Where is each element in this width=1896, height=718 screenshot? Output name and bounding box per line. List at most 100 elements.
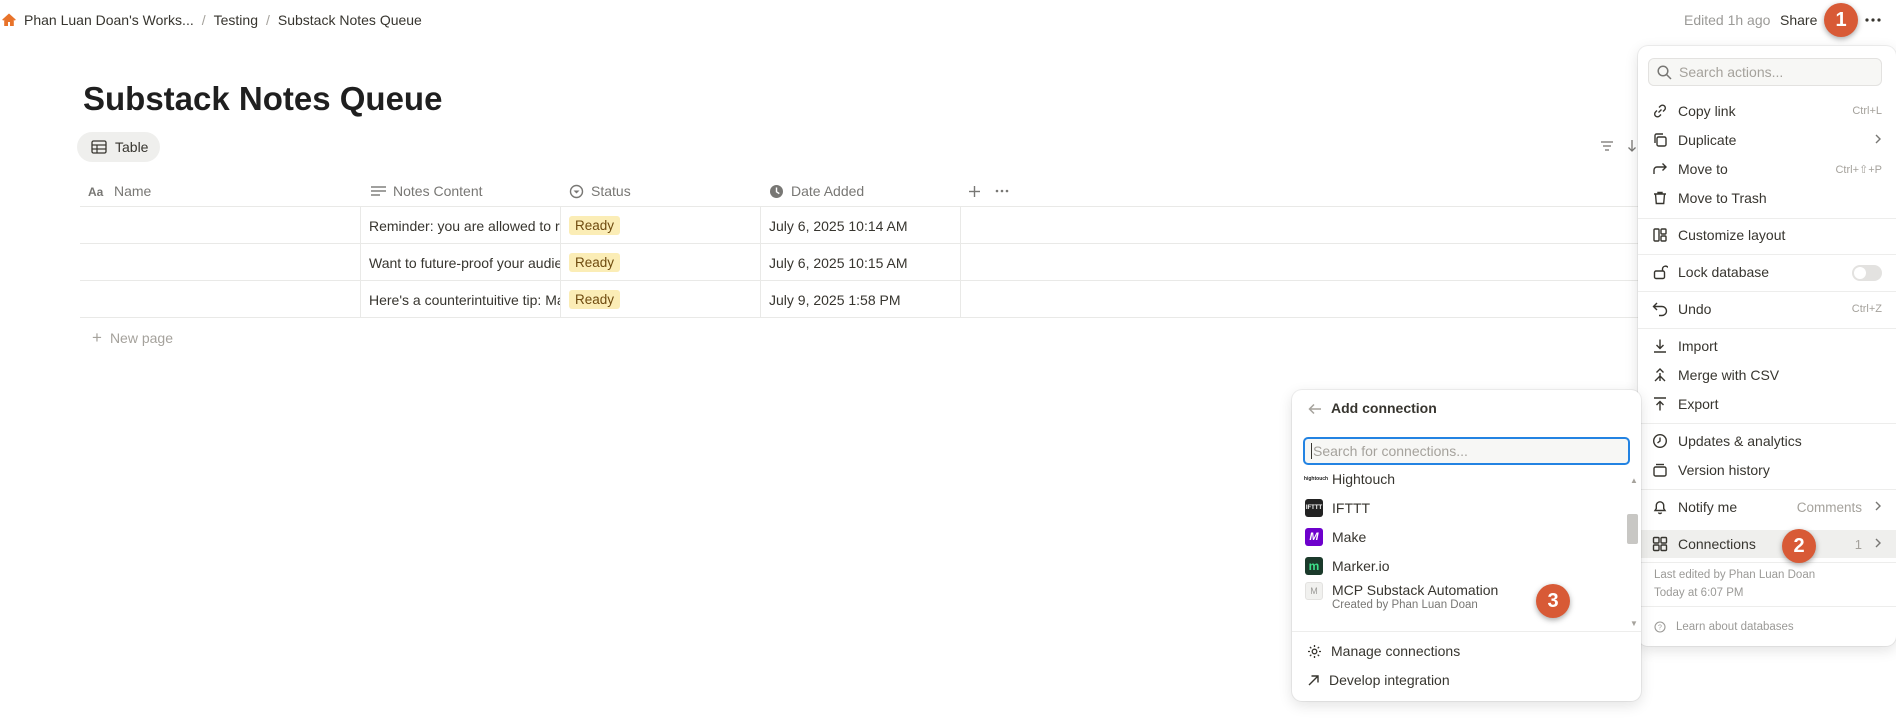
- menu-item-export[interactable]: Export: [1638, 390, 1896, 418]
- view-tab-table[interactable]: Table: [77, 132, 161, 162]
- connection-item-ifttt[interactable]: IFTTT IFTTT: [1292, 493, 1624, 522]
- connection-item-mcp-substack-automation[interactable]: M MCP Substack Automation Created by Pha…: [1292, 578, 1624, 618]
- cell-date-added[interactable]: July 6, 2025 10:14 AM: [761, 207, 961, 244]
- add-connection-popup: Add connection Search for connections...…: [1292, 390, 1641, 701]
- home-icon[interactable]: [1, 12, 17, 28]
- view-tab-label: Table: [115, 139, 149, 155]
- lock-icon: [1653, 265, 1668, 280]
- mcp-logo-icon: M: [1305, 582, 1323, 600]
- column-header-name[interactable]: Aa Name: [88, 175, 151, 207]
- undo-icon: [1652, 302, 1668, 317]
- cell-notes-content[interactable]: Reminder: you are allowed to re: [361, 207, 561, 244]
- export-icon: [1654, 397, 1666, 411]
- cell-notes-content[interactable]: Want to future-proof your audie: [361, 244, 561, 281]
- cell-notes-content[interactable]: Here's a counterintuitive tip: Ma: [361, 281, 561, 318]
- table-icon: [91, 140, 107, 154]
- breadcrumb-current[interactable]: Substack Notes Queue: [278, 12, 422, 28]
- popup-divider: [1292, 631, 1641, 632]
- cell-date-added[interactable]: July 6, 2025 10:15 AM: [761, 244, 961, 281]
- menu-item-undo[interactable]: Undo Ctrl+Z: [1638, 295, 1896, 323]
- filter-icon[interactable]: [1600, 139, 1614, 153]
- status-tag: Ready: [569, 216, 621, 235]
- menu-item-notify-me[interactable]: Notify me Comments: [1638, 493, 1896, 521]
- develop-integration-link[interactable]: Develop integration: [1292, 666, 1641, 694]
- menu-item-move-to-trash[interactable]: Move to Trash: [1638, 184, 1896, 212]
- last-edited-time: Today at 6:07 PM: [1654, 587, 1744, 599]
- sort-icon[interactable]: [1627, 139, 1637, 153]
- breadcrumb: Phan Luan Doan's Works... / Testing / Su…: [24, 12, 422, 28]
- table-row[interactable]: Here's a counterintuitive tip: Ma Ready …: [80, 281, 1640, 318]
- ifttt-logo-icon: IFTTT: [1305, 498, 1323, 517]
- menu-item-updates-analytics[interactable]: Updates & analytics: [1638, 427, 1896, 455]
- link-icon: [1653, 104, 1667, 118]
- new-page-button[interactable]: + New page: [92, 328, 173, 348]
- add-property-icon[interactable]: [968, 175, 988, 207]
- table-row[interactable]: Reminder: you are allowed to re Ready Ju…: [80, 207, 1640, 244]
- cell-name[interactable]: [80, 281, 361, 318]
- column-header-date-added[interactable]: Date Added: [769, 175, 864, 207]
- connections-count: 1: [1854, 536, 1862, 552]
- search-actions-input[interactable]: Search actions...: [1648, 58, 1882, 86]
- gear-icon: [1308, 644, 1321, 658]
- column-header-status[interactable]: Status: [569, 175, 631, 207]
- scroll-up-arrow-icon[interactable]: ▲: [1630, 476, 1638, 485]
- search-connections-input[interactable]: Search for connections...: [1303, 437, 1630, 465]
- cell-date-added[interactable]: July 9, 2025 1:58 PM: [761, 281, 961, 318]
- connection-item-marker-io[interactable]: m Marker.io: [1292, 551, 1624, 580]
- menu-divider: [1638, 218, 1896, 219]
- cell-status[interactable]: Ready: [561, 244, 761, 281]
- menu-item-merge-with-csv[interactable]: Merge with CSV: [1638, 361, 1896, 389]
- clock-icon: [770, 184, 783, 198]
- column-header-notes-content[interactable]: Notes Content: [371, 175, 483, 207]
- actions-menu: Search actions... Copy link Ctrl+L Dupli…: [1638, 46, 1896, 646]
- more-options-icon[interactable]: [1863, 12, 1883, 28]
- status-tag: Ready: [569, 253, 621, 272]
- menu-item-import[interactable]: Import: [1638, 332, 1896, 360]
- back-arrow-icon[interactable]: [1308, 403, 1322, 415]
- status-icon: [569, 184, 584, 198]
- menu-item-copy-link[interactable]: Copy link Ctrl+L: [1638, 97, 1896, 125]
- menu-item-customize-layout[interactable]: Customize layout: [1638, 221, 1896, 249]
- menu-item-duplicate[interactable]: Duplicate: [1638, 126, 1896, 154]
- scroll-down-arrow-icon[interactable]: ▼: [1630, 619, 1638, 628]
- merge-icon: [1654, 368, 1666, 382]
- chevron-right-icon: [1875, 134, 1881, 144]
- breadcrumb-testing[interactable]: Testing: [214, 12, 258, 28]
- svg-text:?: ?: [1658, 625, 1662, 632]
- menu-divider: [1638, 328, 1896, 329]
- menu-item-version-history[interactable]: Version history: [1638, 456, 1896, 484]
- manage-connections-button[interactable]: Manage connections: [1292, 637, 1641, 665]
- chevron-right-icon: [1875, 538, 1881, 548]
- menu-divider: [1638, 291, 1896, 292]
- external-arrow-icon: [1308, 674, 1319, 685]
- menu-divider: [1638, 489, 1896, 490]
- svg-text:Aa: Aa: [88, 185, 104, 197]
- menu-item-move-to[interactable]: Move to Ctrl+⇧+P: [1638, 155, 1896, 183]
- share-button[interactable]: Share: [1780, 12, 1817, 28]
- menu-item-lock-database[interactable]: Lock database: [1638, 258, 1896, 286]
- menu-item-connections[interactable]: Connections 1: [1638, 530, 1896, 558]
- menu-divider: [1638, 562, 1896, 563]
- cell-name[interactable]: [80, 244, 361, 281]
- connection-list-scrollbar[interactable]: [1627, 514, 1638, 544]
- breadcrumb-workspace[interactable]: Phan Luan Doan's Works...: [24, 12, 194, 28]
- step-badge-2: 2: [1782, 529, 1816, 563]
- lock-toggle[interactable]: [1852, 265, 1882, 281]
- connection-item-hightouch[interactable]: hightouch Hightouch: [1292, 470, 1624, 493]
- page-title[interactable]: Substack Notes Queue: [83, 80, 442, 118]
- connection-item-make[interactable]: M Make: [1292, 522, 1624, 551]
- connection-list: hightouch Hightouch IFTTT IFTTT M Make m…: [1292, 470, 1641, 620]
- table-row[interactable]: Want to future-proof your audie Ready Ju…: [80, 244, 1640, 281]
- cell-name[interactable]: [80, 207, 361, 244]
- cell-status[interactable]: Ready: [561, 281, 761, 318]
- popup-title: Add connection: [1331, 400, 1437, 416]
- top-bar: Phan Luan Doan's Works... / Testing / Su…: [0, 0, 1896, 40]
- learn-about-databases-link[interactable]: ? Learn about databases: [1654, 621, 1794, 633]
- cell-status[interactable]: Ready: [561, 207, 761, 244]
- column-more-icon[interactable]: [995, 175, 1016, 207]
- hightouch-logo-icon: hightouch: [1303, 475, 1329, 482]
- edited-timestamp[interactable]: Edited 1h ago: [1684, 12, 1770, 28]
- menu-divider: [1638, 423, 1896, 424]
- trash-icon: [1654, 191, 1666, 205]
- import-icon: [1654, 339, 1666, 353]
